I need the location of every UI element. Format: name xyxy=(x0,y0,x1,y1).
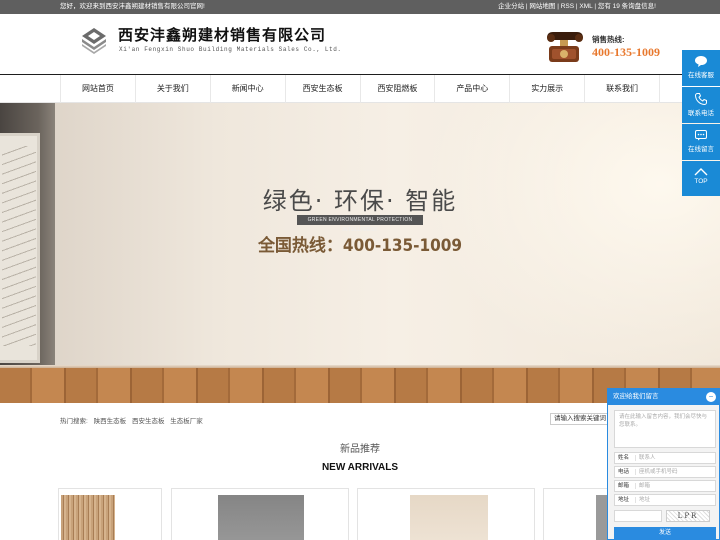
phone-field-label: 电话 xyxy=(618,469,630,475)
name-field-label: 姓名 xyxy=(618,455,630,461)
product-card[interactable] xyxy=(171,488,349,540)
nav-strength[interactable]: 实力展示 xyxy=(509,75,584,103)
phone-field-placeholder: 座机或手机号码 xyxy=(635,469,678,475)
nav-products[interactable]: 产品中心 xyxy=(434,75,509,103)
hotline-label: 销售热线: xyxy=(592,35,625,44)
nav-contact[interactable]: 联系我们 xyxy=(584,75,660,103)
nav-fireproof-board[interactable]: 西安阻燃板 xyxy=(359,75,435,103)
product-image[interactable] xyxy=(61,495,115,540)
captcha-input[interactable] xyxy=(614,510,662,522)
product-card[interactable] xyxy=(357,488,535,540)
link-xml[interactable]: XML xyxy=(579,3,592,10)
hot-search: 热门搜索: 陕西生态板 西安生态板 生态板厂家 xyxy=(60,415,207,425)
inquiry-messages-link[interactable]: 您有 19 条询盘信息! xyxy=(598,3,656,10)
company-name-en: Xi'an Fengxin Shuo Building Materials Sa… xyxy=(119,46,342,53)
online-message-button[interactable]: 在线留言 xyxy=(682,124,720,160)
email-field-label: 邮箱 xyxy=(618,483,630,489)
nav-about[interactable]: 关于我们 xyxy=(134,75,210,103)
back-to-top-label: TOP xyxy=(694,178,708,185)
message-icon xyxy=(695,130,707,141)
hero-banner[interactable]: 绿色· 环保· 智能 GREEN ENVIRONMENTAL PROTECTIO… xyxy=(0,103,720,403)
page: 您好，欢迎来到西安沣鑫朔建材销售有限公司官网! 企业分站 | 网站地图 | RS… xyxy=(0,0,720,540)
contact-phone-button[interactable]: 联系电话 xyxy=(682,87,720,123)
hot-term-1[interactable]: 陕西生态板 xyxy=(94,418,127,425)
contact-phone-label: 联系电话 xyxy=(688,110,714,117)
name-field-placeholder: 联系人 xyxy=(635,455,656,461)
nav-eco-board[interactable]: 西安生态板 xyxy=(284,75,360,103)
chat-icon xyxy=(695,56,707,67)
link-sitemap[interactable]: 网站地图 xyxy=(529,3,555,10)
address-field-placeholder: 地址 xyxy=(635,497,651,503)
phone-icon xyxy=(695,93,707,105)
link-branch-sites[interactable]: 企业分站 xyxy=(498,3,524,10)
name-field[interactable]: 姓名 联系人 xyxy=(614,452,716,464)
address-field[interactable]: 地址 地址 xyxy=(614,494,716,506)
header: 西安沣鑫朔建材销售有限公司 Xi'an Fengxin Shuo Buildin… xyxy=(0,14,720,74)
back-to-top-button[interactable]: TOP xyxy=(682,161,720,196)
captcha-image[interactable]: LPR xyxy=(666,510,710,522)
email-field-placeholder: 邮箱 xyxy=(635,483,651,489)
company-logo-icon[interactable] xyxy=(80,26,108,54)
hot-search-label: 热门搜索: xyxy=(60,418,88,425)
banner-slogan-en: GREEN ENVIRONMENTAL PROTECTION INTELLIGE… xyxy=(297,215,423,233)
email-field[interactable]: 邮箱 邮箱 xyxy=(614,480,716,492)
hotline-number: 400-135-1009 xyxy=(592,45,660,59)
telephone-icon xyxy=(547,32,583,62)
online-service-button[interactable]: 在线客服 xyxy=(682,50,720,86)
online-message-label: 在线留言 xyxy=(688,146,714,153)
link-rss[interactable]: RSS xyxy=(561,3,574,10)
message-widget: 欢迎给我们留言 − 请在此输入留言内容，我们会尽快与您联系。 姓名 联系人 电话座… xyxy=(607,388,720,540)
search-input[interactable]: 请输入搜索关键词 xyxy=(550,413,610,425)
top-bar: 您好，欢迎来到西安沣鑫朔建材销售有限公司官网! 企业分站 | 网站地图 | RS… xyxy=(0,0,720,14)
nav-news[interactable]: 新闻中心 xyxy=(209,75,285,103)
banner-slogan: 绿色· 环保· 智能 xyxy=(262,187,458,215)
product-image[interactable] xyxy=(218,495,304,540)
main-nav: 网站首页 关于我们 新闻中心 西安生态板 西安阻燃板 产品中心 实力展示 联系我… xyxy=(0,74,720,103)
arrow-up-icon xyxy=(694,168,708,176)
message-widget-header: 欢迎给我们留言 − xyxy=(608,389,719,405)
nav-home[interactable]: 网站首页 xyxy=(60,75,135,103)
phone-field[interactable]: 电话 座机或手机号码 xyxy=(614,466,716,478)
top-links: 企业分站 | 网站地图 | RSS | XML | 您有 19 条询盘信息! xyxy=(498,3,656,10)
side-service-bar: 在线客服 联系电话 在线留言 TOP xyxy=(682,50,720,197)
product-image[interactable] xyxy=(410,495,488,540)
nav-list: 网站首页 关于我们 新闻中心 西安生态板 西安阻燃板 产品中心 实力展示 联系我… xyxy=(60,75,660,103)
welcome-text: 您好，欢迎来到西安沣鑫朔建材销售有限公司官网! xyxy=(60,3,205,10)
banner-hotline: 全国热线：400-135-1009 xyxy=(257,236,463,256)
product-card[interactable] xyxy=(58,488,162,540)
message-widget-title: 欢迎给我们留言 xyxy=(613,393,659,400)
online-service-label: 在线客服 xyxy=(688,72,714,79)
message-content-input[interactable]: 请在此输入留言内容，我们会尽快与您联系。 xyxy=(614,410,716,448)
hot-term-2[interactable]: 西安生态板 xyxy=(132,418,165,425)
send-button[interactable]: 发送 xyxy=(614,527,716,539)
hot-term-3[interactable]: 生态板厂家 xyxy=(170,418,203,425)
address-field-label: 地址 xyxy=(618,497,630,503)
company-name: 西安沣鑫朔建材销售有限公司 xyxy=(118,26,327,44)
minimize-icon[interactable]: − xyxy=(706,392,716,402)
